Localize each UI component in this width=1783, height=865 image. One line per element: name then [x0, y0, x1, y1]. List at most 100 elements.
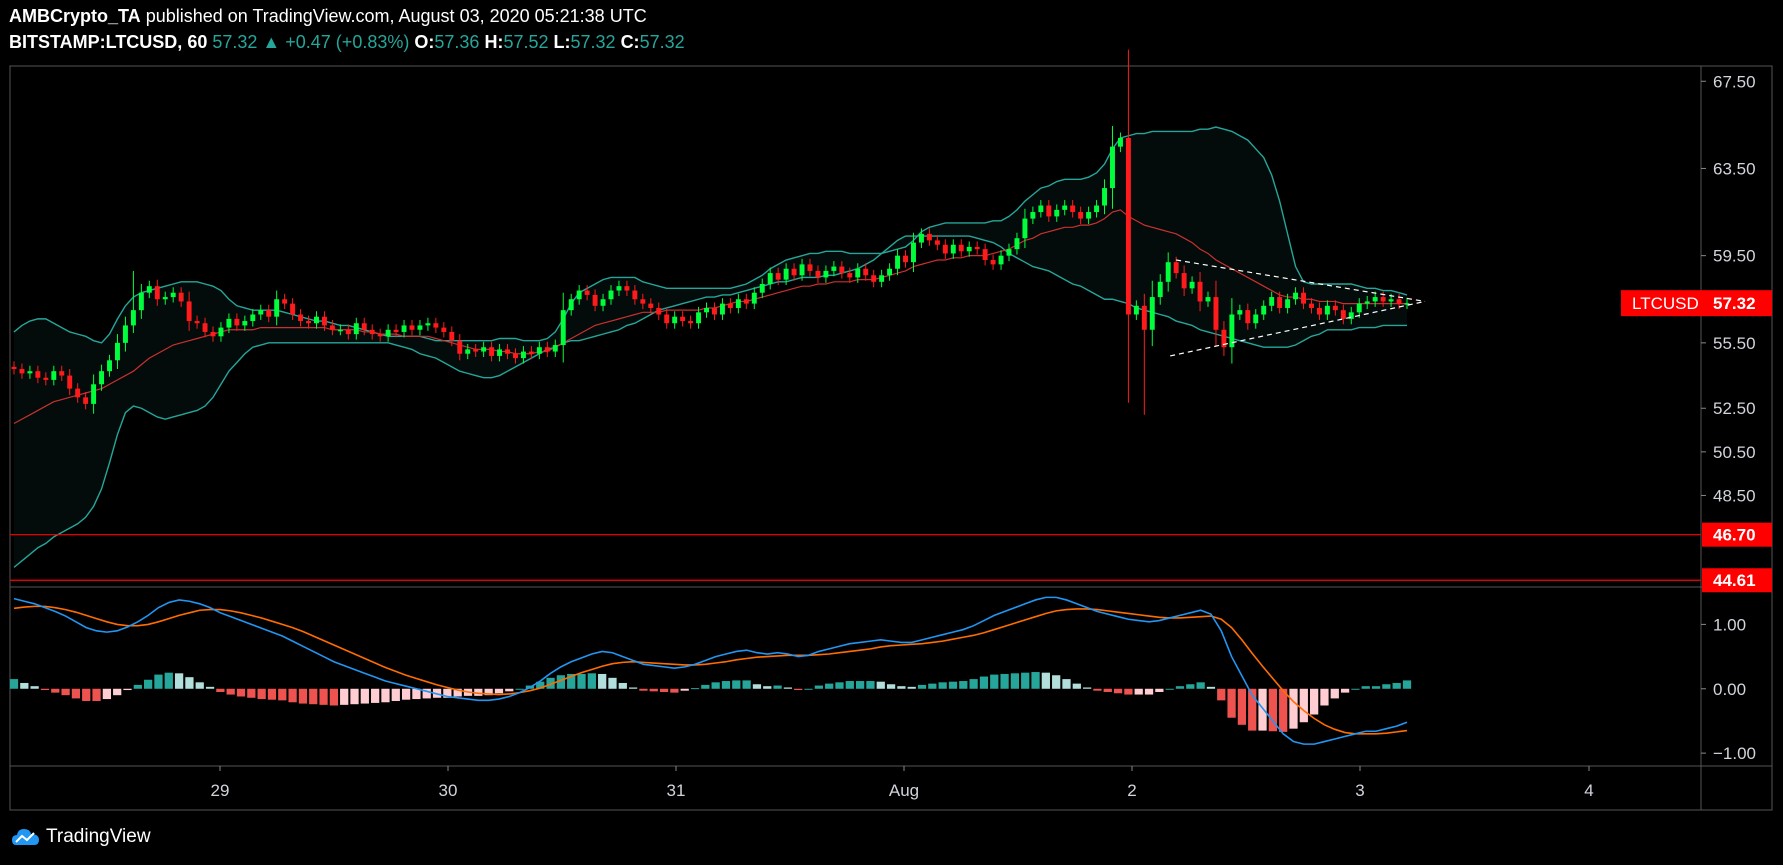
candle-body — [839, 266, 845, 274]
macd-histogram-bar — [1206, 686, 1216, 689]
candle-body — [576, 290, 582, 300]
candle-body — [1014, 238, 1020, 250]
candle-body — [759, 283, 765, 293]
macd-histogram-bar — [1093, 688, 1102, 691]
tradingview-logo-icon — [12, 829, 39, 845]
candle-body — [1054, 209, 1060, 217]
macd-histogram-bar — [1000, 673, 1009, 689]
candle-body — [1309, 303, 1314, 308]
macd-histogram-bar — [639, 688, 648, 691]
candle-body — [425, 323, 431, 326]
candle-body — [998, 255, 1004, 265]
candle-body — [1261, 305, 1267, 315]
candle-body — [600, 299, 606, 306]
candle-body — [727, 303, 733, 308]
candle-body — [1094, 205, 1100, 213]
macd-histogram-bar — [102, 688, 111, 700]
candle-body — [59, 371, 65, 376]
candle-body — [1133, 305, 1139, 315]
candle-body — [1062, 205, 1068, 210]
macd-histogram-bar — [319, 688, 328, 705]
macd-histogram-bar — [9, 679, 19, 689]
candle-body — [242, 321, 248, 326]
candle-body — [433, 323, 439, 328]
candle-body — [847, 273, 853, 278]
candle-body — [1173, 262, 1179, 274]
macd-histogram-bar — [814, 685, 823, 689]
macd-histogram-bar — [144, 679, 153, 689]
macd-histogram-bar — [1382, 684, 1391, 689]
y-tick-label: 67.50 — [1713, 72, 1756, 91]
candle-body — [250, 314, 256, 322]
candle-body — [170, 292, 176, 298]
candle-body — [863, 268, 869, 276]
candle-body — [465, 349, 471, 354]
candle-body — [608, 290, 614, 300]
macd-histogram-bar — [876, 681, 885, 689]
candle-body — [1356, 303, 1362, 313]
candle-body — [162, 297, 168, 300]
macd-histogram-bar — [1351, 688, 1360, 690]
candle-body — [481, 347, 487, 352]
candle-body — [1181, 273, 1187, 289]
candle-body — [1237, 310, 1243, 315]
candle-body — [505, 349, 510, 354]
candle-body — [218, 327, 224, 337]
candle-body — [321, 316, 327, 326]
candle-body — [115, 342, 120, 361]
candle-body — [1372, 297, 1378, 302]
candle-body — [1269, 297, 1275, 306]
macd-histogram-bar — [505, 688, 514, 692]
candle-body — [1046, 205, 1052, 217]
candle-body — [27, 371, 33, 374]
candle-body — [107, 360, 112, 372]
candle-body — [1285, 299, 1291, 308]
macd-histogram-bar — [1155, 688, 1164, 692]
price-chart[interactable]: 67.50 63.50 59.50 55.50 52.50 50.50 48.50 46.70… — [0, 0, 1783, 865]
y-tick-label: 55.50 — [1713, 334, 1756, 353]
macd-histogram-bar — [1062, 679, 1071, 689]
candle-body — [982, 249, 988, 261]
footer-brand[interactable]: TradingView — [12, 826, 151, 848]
macd-histogram-bar — [628, 687, 638, 689]
macd-histogram-bar — [1237, 688, 1247, 725]
macd-histogram-bar — [732, 680, 741, 689]
support-level-label: 46.70 — [1713, 526, 1756, 545]
macd-histogram-bar — [763, 686, 772, 689]
candle-body — [1157, 281, 1163, 298]
candle-body — [1301, 292, 1306, 304]
candle-body — [791, 268, 797, 276]
candle-body — [1340, 310, 1346, 319]
macd-histogram-bar — [236, 688, 246, 697]
macd-histogram-bar — [164, 672, 173, 689]
macd-histogram-bar — [1392, 682, 1401, 689]
candle-body — [234, 318, 240, 326]
macd-histogram-bar — [1134, 688, 1143, 695]
macd-histogram-bar — [174, 673, 184, 689]
macd-histogram-bar — [216, 688, 225, 692]
candle-body — [584, 290, 590, 295]
macd-histogram-bar — [845, 681, 854, 689]
macd-histogram-bar — [659, 688, 669, 692]
candle-body — [1364, 301, 1370, 304]
macd-histogram-bar — [979, 676, 989, 689]
macd-histogram-bar — [1299, 688, 1308, 723]
macd-histogram-bar — [1052, 675, 1061, 689]
candle-body — [1102, 188, 1107, 206]
candle-body — [592, 294, 598, 306]
macd-histogram-bar — [690, 688, 700, 690]
candle-body — [154, 286, 160, 300]
candle-body — [903, 255, 908, 263]
macd-histogram-bar — [82, 688, 91, 701]
candle-body — [815, 270, 821, 278]
candle-body — [393, 329, 399, 332]
macd-histogram-bar — [1279, 688, 1288, 732]
candle-body — [1245, 310, 1251, 324]
candle-body — [1388, 299, 1394, 302]
candle-body — [1070, 205, 1076, 213]
macd-histogram-bar — [866, 681, 875, 689]
candle-body — [353, 323, 359, 335]
candle-body — [186, 301, 192, 322]
macd-histogram-bar — [515, 688, 524, 690]
candle-body — [1213, 297, 1219, 330]
